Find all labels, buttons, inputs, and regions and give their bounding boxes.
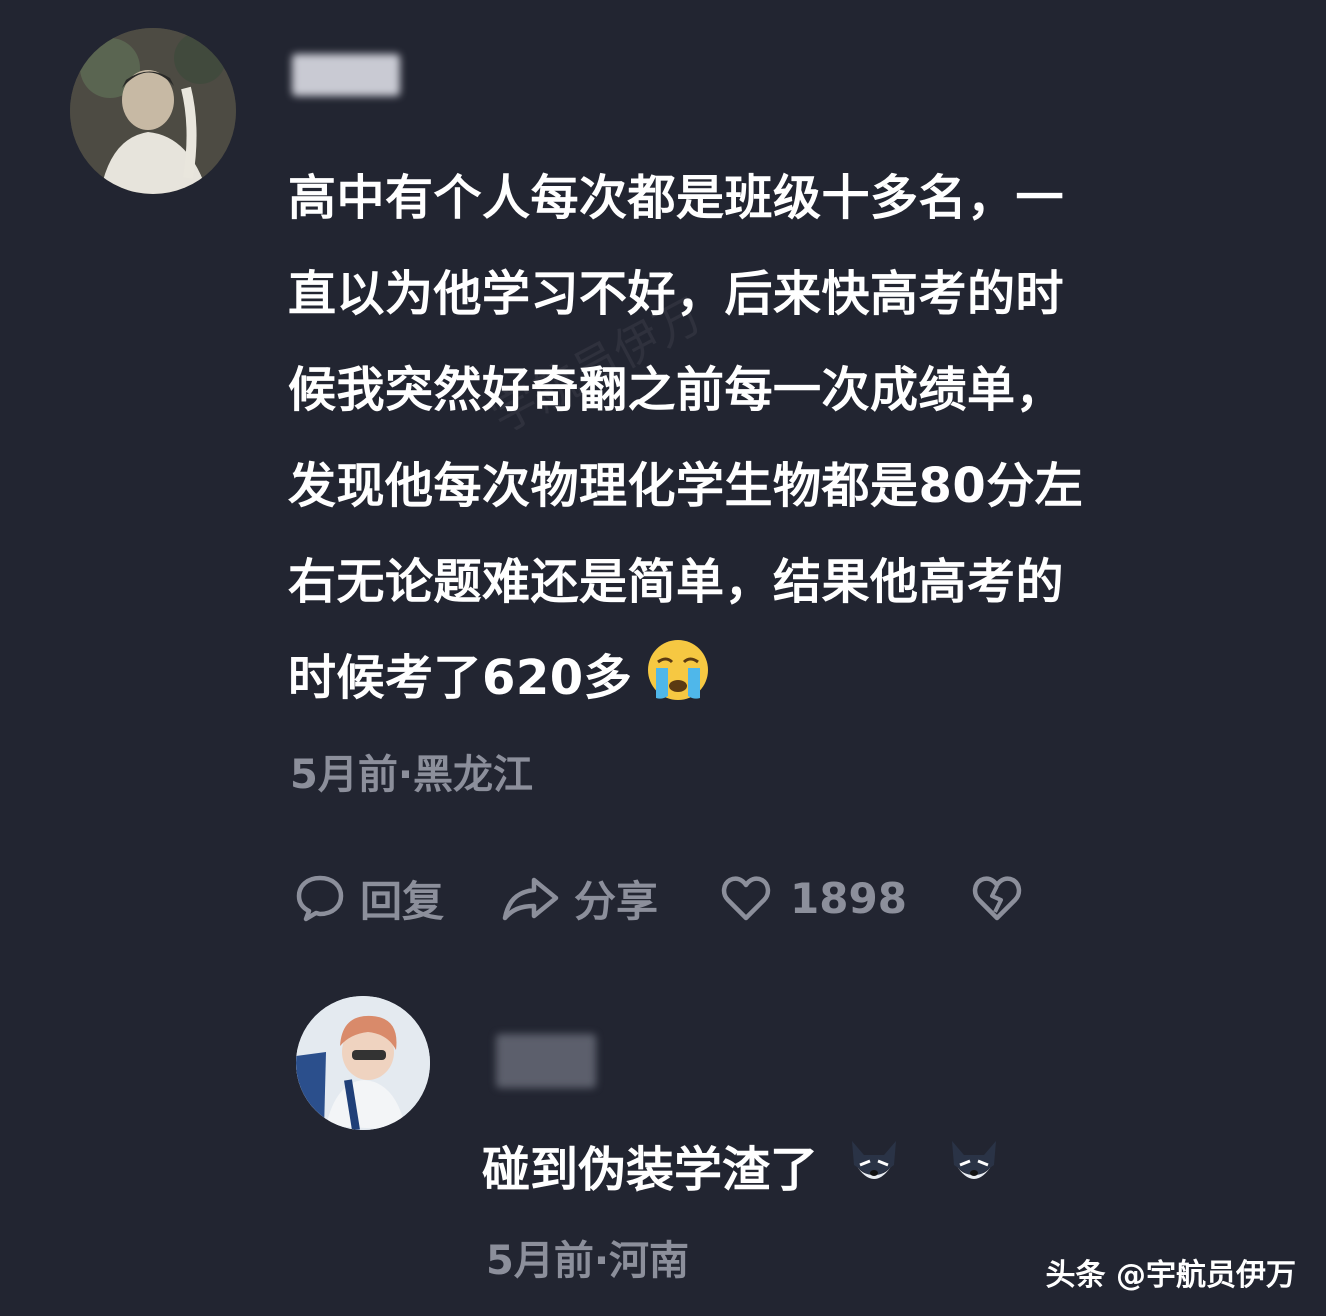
source-watermark: 头条 @宇航员伊万	[1045, 1258, 1296, 1293]
reply-meta: 5月前·河南	[486, 1238, 690, 1284]
comment-line-text: 时候考了620多	[288, 650, 633, 706]
dog-face-icon	[952, 1141, 997, 1179]
commenter-avatar[interactable]	[70, 28, 236, 194]
share-arrow-icon	[502, 877, 559, 921]
like-count: 1898	[790, 873, 907, 923]
broken-heart-icon	[972, 876, 1022, 921]
like-button[interactable]: 1898	[720, 872, 907, 924]
comment-line: 候我突然好奇翻之前每一次成绩单，	[288, 362, 1065, 418]
comment-line: 高中有个人每次都是班级十多名，一	[288, 170, 1065, 226]
loudly-crying-face-icon	[648, 640, 709, 700]
dislike-button[interactable]	[971, 872, 1023, 924]
comment-line: 直以为他学习不好，后来快高考的时	[288, 266, 1065, 322]
reply-commenter-name-blurred[interactable]	[496, 1034, 596, 1088]
share-label: 分享	[574, 876, 659, 926]
reply-commenter-avatar[interactable]	[296, 996, 430, 1130]
dog-face-icon	[852, 1141, 897, 1179]
heart-icon	[721, 876, 771, 921]
comment-line: 发现他每次物理化学生物都是80分左	[288, 458, 1084, 514]
comment-line: 右无论题难还是简单，结果他高考的	[288, 554, 1065, 610]
commenter-name-blurred[interactable]	[292, 54, 400, 96]
share-button[interactable]: 分享	[500, 868, 658, 929]
comment-bubble-icon	[296, 875, 344, 922]
comment-line-last: 时候考了620多	[288, 630, 1248, 726]
reply-label: 回复	[360, 876, 445, 926]
reply-body: 碰到伪装学渣了	[482, 1130, 1004, 1200]
comment-action-bar: 回复 分享 1898	[294, 866, 1023, 930]
user-avatar-icon	[296, 996, 430, 1130]
user-avatar-icon	[70, 28, 236, 194]
reply-text: 碰到伪装学渣了	[482, 1142, 819, 1198]
comment-body: 高中有个人每次都是班级十多名，一 直以为他学习不好，后来快高考的时 候我突然好奇…	[288, 150, 1248, 726]
reply-button[interactable]: 回复	[294, 868, 444, 929]
comment-meta: 5月前·黑龙江	[290, 752, 534, 798]
